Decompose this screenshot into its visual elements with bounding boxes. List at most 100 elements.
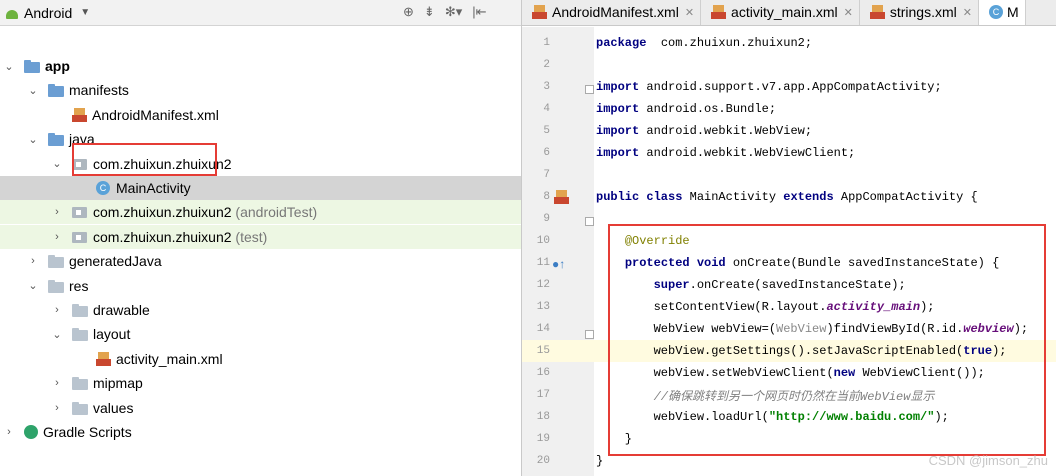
code-line[interactable]: 2: [522, 54, 1056, 76]
tree-item[interactable]: › generatedJava: [0, 249, 521, 273]
tree-item[interactable]: AndroidManifest.xml: [0, 103, 521, 127]
gear-icon[interactable]: ✻▾: [445, 4, 462, 20]
close-icon[interactable]: ✕: [844, 6, 853, 19]
tree-item[interactable]: › drawable: [0, 298, 521, 322]
line-number: 15: [536, 345, 550, 357]
code-text: import android.webkit.WebView;: [596, 124, 813, 138]
line-number: 4: [543, 103, 550, 115]
folder-icon: [72, 376, 88, 391]
line-number: 16: [536, 367, 550, 379]
tree-item-label: values: [93, 399, 134, 416]
xml-file-icon: [532, 5, 547, 19]
code-text: import android.webkit.WebViewClient;: [596, 146, 856, 160]
tree-item[interactable]: › mipmap: [0, 371, 521, 395]
tree-item-label: res: [69, 277, 89, 294]
chevron-down-icon[interactable]: ▼: [80, 7, 90, 18]
editor-tab-label: AndroidManifest.xml: [552, 4, 679, 20]
tree-item[interactable]: ⌄ res: [0, 274, 521, 298]
code-line[interactable]: 5 import android.webkit.WebView;: [522, 120, 1056, 142]
chevron-down-icon[interactable]: ⌄: [50, 328, 64, 341]
project-panel: Android ▼ ⊕ ⇟ ✻▾ |⇤ ⌄ app ⌄ manifests Androi…: [0, 0, 522, 476]
watermark: CSDN @jimson_zhu: [928, 453, 1048, 468]
chevron-down-icon[interactable]: ⌄: [26, 84, 40, 97]
line-number: 1: [543, 37, 550, 49]
tree-item[interactable]: › values: [0, 396, 521, 420]
xml-file-icon: [711, 5, 727, 19]
code-line[interactable]: 6 import android.webkit.WebViewClient;: [522, 142, 1056, 164]
line-number: 14: [536, 323, 550, 335]
fold-marker-icon[interactable]: [585, 330, 594, 339]
editor-tab-label: activity_main.xml: [731, 4, 838, 20]
tree-item-label: activity_main.xml: [116, 350, 223, 367]
tree-item[interactable]: C MainActivity: [0, 176, 521, 200]
chevron-right-icon[interactable]: ›: [2, 426, 16, 438]
code-text: package com.zhuixun.zhuixun2;: [596, 36, 813, 50]
gradle-icon: [24, 425, 38, 439]
chevron-down-icon[interactable]: ⌄: [26, 279, 40, 292]
chevron-right-icon[interactable]: ›: [50, 206, 64, 218]
folder-icon: [24, 59, 40, 73]
override-marker-icon[interactable]: ●↑: [552, 257, 565, 271]
line-number: 3: [543, 81, 550, 93]
editor-tab-label: strings.xml: [889, 4, 957, 20]
tree-item-suffix: (test): [231, 228, 268, 245]
sync-icon[interactable]: ⊕: [403, 4, 414, 20]
code-line[interactable]: 7: [522, 164, 1056, 186]
tree-item[interactable]: › com.zhuixun.zhuixun2 (test): [0, 224, 521, 249]
line-number: 12: [536, 279, 550, 291]
hide-icon[interactable]: |⇤: [472, 4, 486, 20]
folder-icon: [48, 83, 64, 98]
tree-item[interactable]: activity_main.xml: [0, 347, 521, 371]
chevron-down-icon[interactable]: ⌄: [50, 157, 64, 170]
editor-tab[interactable]: strings.xml ✕: [860, 0, 979, 25]
chevron-right-icon[interactable]: ›: [50, 231, 64, 243]
line-number: 9: [543, 213, 550, 225]
tree-item-label: com.zhuixun.zhuixun2: [93, 228, 232, 245]
class-icon: C: [96, 181, 110, 195]
code-line[interactable]: 1 package com.zhuixun.zhuixun2;: [522, 32, 1056, 54]
line-number: 6: [543, 147, 550, 159]
tree-item[interactable]: › com.zhuixun.zhuixun2 (androidTest): [0, 200, 521, 225]
editor-tab[interactable]: activity_main.xml ✕: [701, 0, 860, 25]
tree-item[interactable]: ⌄ layout: [0, 322, 521, 346]
line-number: 17: [536, 389, 550, 401]
chevron-down-icon[interactable]: ⌄: [26, 133, 40, 146]
tree-item[interactable]: ⌄ manifests: [0, 78, 521, 102]
tree-item-label: mipmap: [93, 375, 143, 392]
chevron-right-icon[interactable]: ›: [26, 255, 40, 267]
collapse-icon[interactable]: ⇟: [424, 4, 435, 20]
code-line[interactable]: 3 import android.support.v7.app.AppCompat…: [522, 76, 1056, 98]
code-text: import android.os.Bundle;: [596, 102, 777, 116]
line-number: 2: [543, 59, 550, 71]
tree-item-suffix: (androidTest): [231, 204, 318, 221]
line-number: 13: [536, 301, 550, 313]
project-toolbar: Android ▼ ⊕ ⇟ ✻▾ |⇤: [0, 0, 521, 26]
tree-item-label: com.zhuixun.zhuixun2: [93, 204, 232, 221]
line-number: 18: [536, 411, 550, 423]
code-highlight-box: [608, 224, 1046, 456]
chevron-down-icon[interactable]: ⌄: [2, 60, 16, 73]
code-line[interactable]: 8 public class MainActivity extends AppCo…: [522, 186, 1056, 208]
code-line[interactable]: 4 import android.os.Bundle;: [522, 98, 1056, 120]
folder-icon: [72, 327, 88, 342]
code-text: }: [596, 454, 604, 468]
chevron-right-icon[interactable]: ›: [50, 377, 64, 389]
line-number: 8: [543, 191, 550, 203]
chevron-right-icon[interactable]: ›: [50, 402, 64, 414]
editor-tab[interactable]: CM: [978, 0, 1026, 25]
editor-tab[interactable]: AndroidManifest.xml ✕: [522, 0, 702, 25]
close-icon[interactable]: ✕: [685, 6, 694, 19]
fold-marker-icon[interactable]: [585, 217, 594, 226]
chevron-right-icon[interactable]: ›: [50, 304, 64, 316]
layout-link-icon[interactable]: [554, 190, 570, 204]
folder-icon: [72, 401, 88, 415]
project-view-selector[interactable]: Android: [24, 5, 72, 21]
close-icon[interactable]: ✕: [963, 6, 972, 19]
package-icon: [72, 205, 88, 219]
xml-file-icon: [869, 5, 885, 19]
tree-item[interactable]: ⌄ app: [0, 54, 521, 78]
tree-item[interactable]: › Gradle Scripts: [0, 420, 521, 444]
editor-tabs: AndroidManifest.xml ✕ activity_main.xml ✕ st…: [522, 0, 1056, 26]
line-number: 5: [543, 125, 550, 137]
fold-marker-icon[interactable]: [585, 85, 594, 94]
